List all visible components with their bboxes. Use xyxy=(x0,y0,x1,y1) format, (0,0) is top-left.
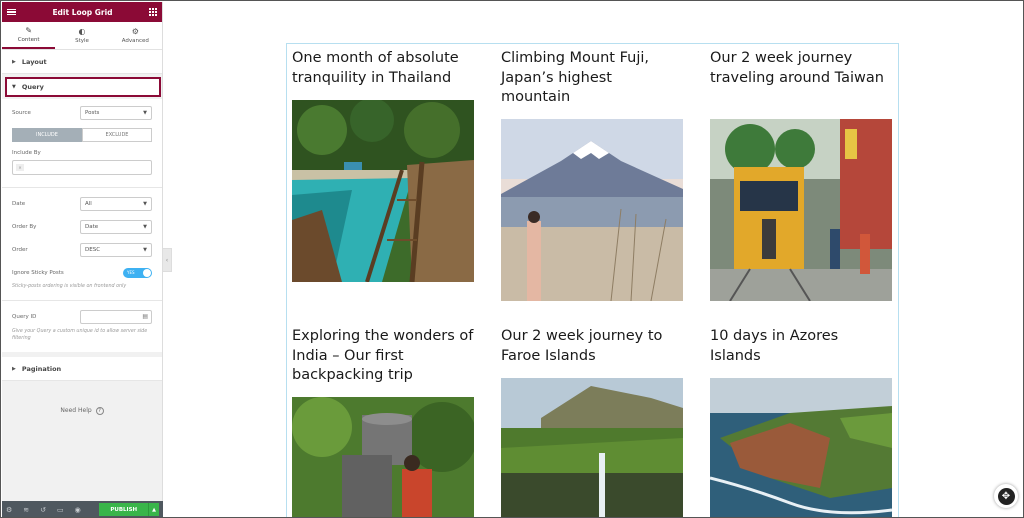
post-card[interactable]: 10 days in Azores Islands xyxy=(710,327,892,517)
post-title[interactable]: Climbing Mount Fuji, Japan’s highest mou… xyxy=(501,49,683,108)
tab-advanced[interactable]: ⚙ Advanced xyxy=(109,22,162,49)
order-row: Order DESC ▼ xyxy=(12,242,152,257)
chevron-down-icon: ▼ xyxy=(143,246,147,253)
date-label: Date xyxy=(12,200,26,207)
divider xyxy=(2,300,162,301)
source-row: Source Posts ▼ xyxy=(12,105,152,120)
post-title[interactable]: One month of absolute tranquility in Tha… xyxy=(292,49,474,88)
post-card[interactable]: Exploring the wonders of India – Our fir… xyxy=(292,327,474,517)
editor-panel: Edit Loop Grid ✎ Content ◐ Style ⚙ Advan… xyxy=(2,2,163,517)
divider xyxy=(2,187,162,188)
panel-title: Edit Loop Grid xyxy=(52,7,113,17)
post-card[interactable]: One month of absolute tranquility in Tha… xyxy=(292,49,474,282)
section-layout-label: Layout xyxy=(21,57,47,66)
source-label: Source xyxy=(12,109,31,116)
order-value: DESC xyxy=(85,246,101,253)
settings-icon[interactable]: ⚙ xyxy=(6,506,12,514)
publish-options-icon[interactable]: ▲ xyxy=(148,503,159,516)
help-button[interactable]: ✥ xyxy=(994,484,1018,508)
editor-window: Edit Loop Grid ✎ Content ◐ Style ⚙ Advan… xyxy=(0,0,1024,518)
section-pagination[interactable]: ▶ Pagination xyxy=(2,357,162,381)
compass-icon: ✥ xyxy=(997,487,1015,505)
panel-footer: ⚙ ≋ ↺ ▭ ◉ PUBLISH ▲ xyxy=(2,501,163,517)
section-pagination-label: Pagination xyxy=(21,364,62,373)
post-card[interactable]: Climbing Mount Fuji, Japan’s highest mou… xyxy=(501,49,683,301)
order-by-value: Date xyxy=(85,223,99,230)
sticky-toggle[interactable]: YES xyxy=(123,267,152,278)
include-by-input[interactable]: ✕ xyxy=(12,160,152,175)
post-card[interactable]: Our 2 week journey traveling around Taiw… xyxy=(710,49,892,301)
date-row: Date All ▼ xyxy=(12,196,152,211)
post-title[interactable]: Our 2 week journey traveling around Taiw… xyxy=(710,49,892,88)
publish-group: PUBLISH ▲ xyxy=(99,503,159,516)
section-query[interactable]: ▼ Query xyxy=(5,77,161,97)
responsive-icon[interactable]: ▭ xyxy=(57,506,64,514)
sticky-toggle-text: YES xyxy=(127,270,135,275)
gear-icon: ⚙ xyxy=(131,27,139,36)
loop-grid-preview: One month of absolute tranquility in Tha… xyxy=(286,43,899,517)
post-image-faroe[interactable] xyxy=(501,378,683,517)
post-image-taiwan[interactable] xyxy=(710,119,892,301)
order-by-row: Order By Date ▼ xyxy=(12,219,152,234)
tab-content-label: Content xyxy=(17,37,40,43)
order-select[interactable]: DESC ▼ xyxy=(80,242,152,257)
question-icon: ? xyxy=(95,407,104,415)
post-title[interactable]: Exploring the wonders of India – Our fir… xyxy=(292,327,474,386)
publish-button[interactable]: PUBLISH xyxy=(99,503,149,516)
query-controls: Source Posts ▼ INCLUDE EXCLUDE Include B… xyxy=(2,99,162,352)
chevron-down-icon: ▼ xyxy=(143,109,147,116)
include-exclude-switcher: INCLUDE EXCLUDE xyxy=(12,128,152,142)
sticky-row: Ignore Sticky Posts YES xyxy=(12,265,152,280)
query-id-label: Query ID xyxy=(12,313,37,320)
order-by-select[interactable]: Date ▼ xyxy=(80,219,152,234)
sticky-note: Sticky-posts ordering is visible on fron… xyxy=(12,284,127,289)
source-value: Posts xyxy=(85,109,100,116)
collapse-panel-handle[interactable]: ‹ xyxy=(163,248,172,272)
tab-style[interactable]: ◐ Style xyxy=(55,22,108,49)
date-select[interactable]: All ▼ xyxy=(80,196,152,211)
tab-style-label: Style xyxy=(75,38,89,44)
half-circle-icon: ◐ xyxy=(78,27,86,36)
tab-content[interactable]: ✎ Content xyxy=(2,22,56,49)
query-id-input[interactable]: ▤ xyxy=(80,309,152,324)
toggle-knob xyxy=(143,268,151,277)
post-title[interactable]: Our 2 week journey to Faroe Islands xyxy=(501,327,683,366)
panel-tabs: ✎ Content ◐ Style ⚙ Advanced xyxy=(2,22,162,50)
chevron-down-icon: ▼ xyxy=(143,200,147,207)
history-icon[interactable]: ↺ xyxy=(40,506,46,514)
layers-icon[interactable]: ≋ xyxy=(23,506,29,514)
order-label: Order xyxy=(12,246,28,253)
caret-down-icon: ▼ xyxy=(12,84,16,90)
tab-advanced-label: Advanced xyxy=(121,38,149,44)
date-value: All xyxy=(85,200,92,207)
query-id-note: Give your Query a custom unique id to al… xyxy=(12,329,148,341)
source-select[interactable]: Posts ▼ xyxy=(80,105,152,120)
exclude-tab[interactable]: EXCLUDE xyxy=(82,128,152,142)
preview-eye-icon[interactable]: ◉ xyxy=(75,506,81,514)
post-image-thailand[interactable] xyxy=(292,100,474,282)
post-title[interactable]: 10 days in Azores Islands xyxy=(710,327,892,366)
order-by-label: Order By xyxy=(12,223,37,230)
panel-header: Edit Loop Grid xyxy=(2,2,162,22)
menu-icon[interactable] xyxy=(7,8,16,16)
need-help-label: Need Help xyxy=(60,407,92,414)
remove-tag-icon[interactable]: ✕ xyxy=(16,164,24,171)
post-image-fuji[interactable] xyxy=(501,119,683,301)
caret-right-icon: ▶ xyxy=(12,365,16,372)
need-help-link[interactable]: Need Help ? xyxy=(2,407,162,415)
database-icon[interactable]: ▤ xyxy=(142,313,148,320)
chevron-down-icon: ▼ xyxy=(143,223,147,230)
widgets-grid-icon[interactable] xyxy=(149,8,157,16)
post-image-india[interactable] xyxy=(292,397,474,517)
section-layout[interactable]: ▶ Layout xyxy=(2,50,162,74)
query-id-row: Query ID ▤ xyxy=(12,309,152,324)
include-tab[interactable]: INCLUDE xyxy=(12,128,82,142)
post-card[interactable]: Our 2 week journey to Faroe Islands xyxy=(501,327,683,517)
post-image-azores[interactable] xyxy=(710,378,892,517)
section-query-label: Query xyxy=(21,83,44,91)
sticky-label: Ignore Sticky Posts xyxy=(12,269,64,276)
pencil-icon: ✎ xyxy=(25,26,33,35)
include-by-label: Include By xyxy=(12,150,41,156)
caret-right-icon: ▶ xyxy=(12,58,16,65)
